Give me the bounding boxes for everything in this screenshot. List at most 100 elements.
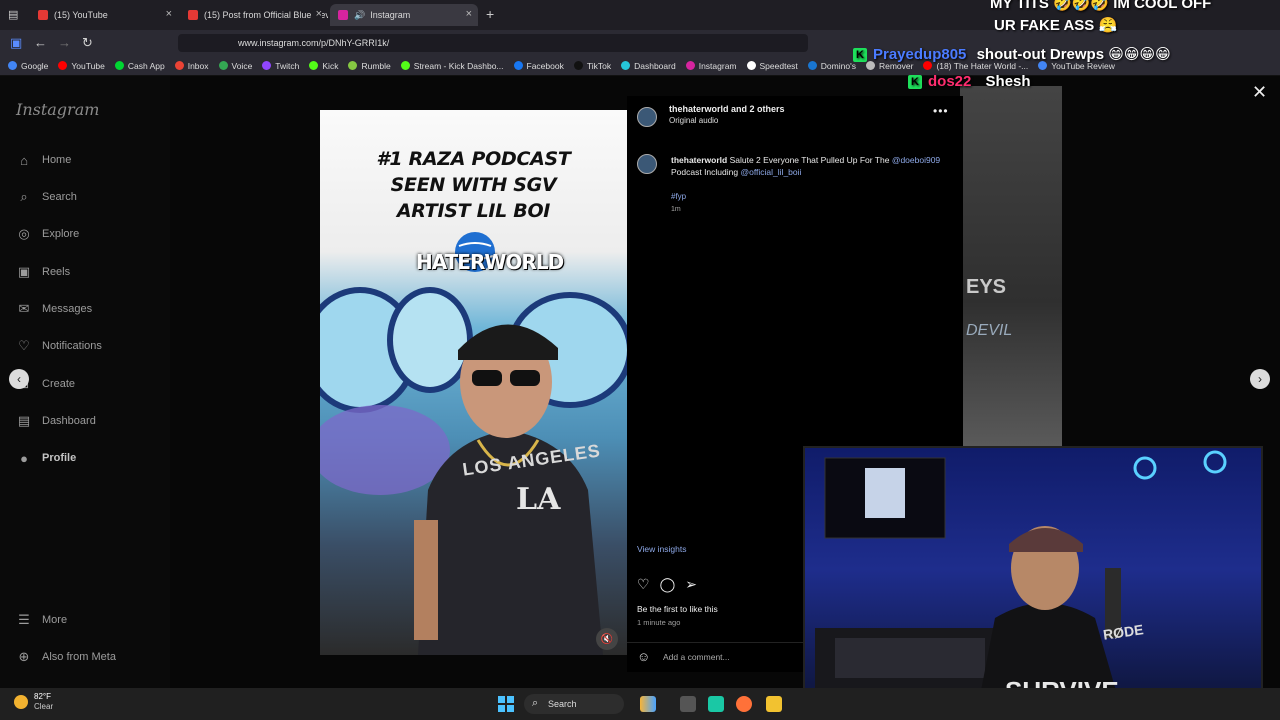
- bookmark-item[interactable]: Voice: [218, 61, 252, 71]
- author-username[interactable]: thehaterworld: [669, 104, 729, 114]
- sidebar-item-messages[interactable]: ✉ Messages: [16, 301, 93, 317]
- sidebar-item-also-from-meta[interactable]: ⊕ Also from Meta: [16, 649, 116, 665]
- reels-icon: ▣: [17, 264, 31, 279]
- sidebar-item-profile[interactable]: ● Profile: [16, 450, 76, 466]
- next-post-button[interactable]: ›: [1250, 369, 1270, 389]
- sidebar-item-label: Dashboard: [42, 415, 96, 427]
- mute-icon[interactable]: 🔇: [596, 628, 618, 650]
- bookmark-item[interactable]: YouTube: [58, 61, 105, 71]
- task-view-icon[interactable]: [680, 696, 696, 712]
- instagram-logo[interactable]: Instagram: [16, 100, 99, 119]
- like-heart-icon[interactable]: ♡: [637, 576, 650, 593]
- heart-icon: ♡: [18, 338, 30, 353]
- bookmark-item[interactable]: Speedtest: [746, 61, 798, 71]
- sidebar-item-more[interactable]: ☰ More: [16, 612, 67, 628]
- app-icon[interactable]: [708, 696, 724, 712]
- forward-icon[interactable]: →: [58, 35, 71, 50]
- close-tab-icon[interactable]: ×: [466, 8, 472, 20]
- bookmark-favicon-icon: [746, 61, 756, 70]
- mention-link[interactable]: @doeboi909: [892, 155, 940, 165]
- file-explorer-icon[interactable]: [766, 696, 782, 712]
- bookmark-favicon-icon: [174, 61, 184, 70]
- windows-start-icon[interactable]: [498, 696, 514, 712]
- home-icon: ⌂: [20, 152, 28, 168]
- tab-post-blue-dev[interactable]: (15) Post from Official Blue Dev ×: [180, 4, 328, 26]
- bookmark-favicon-icon: [400, 61, 410, 70]
- hashtag-link[interactable]: #fyp: [671, 192, 686, 201]
- sidebar-item-reels[interactable]: ▣ Reels: [16, 264, 70, 280]
- post-video[interactable]: #1 RAZA PODCAST SEEN WITH SGV ARTIST LIL…: [320, 110, 627, 655]
- coauthors-link[interactable]: and 2 others: [731, 104, 785, 114]
- bookmark-item[interactable]: Cash App: [114, 61, 165, 71]
- audio-link[interactable]: Original audio: [669, 116, 718, 125]
- close-icon[interactable]: ✕: [1252, 82, 1267, 103]
- bookmark-item[interactable]: Dashboard: [621, 61, 676, 71]
- bookmark-label: Inbox: [187, 60, 209, 71]
- stream-chat-message: UR FAKE ASS 😤: [994, 16, 1117, 34]
- sidebar-item-explore[interactable]: ◎ Explore: [16, 226, 79, 242]
- sidebar-item-notifications[interactable]: ♡ Notifications: [16, 338, 102, 354]
- bookmark-item[interactable]: Google: [8, 61, 48, 71]
- sidebar-item-label: More: [42, 614, 68, 626]
- post-image-title: #1 RAZA PODCAST SEEN WITH SGV ARTIST LIL…: [320, 146, 627, 224]
- new-tab-button[interactable]: +: [486, 6, 494, 22]
- view-insights-link[interactable]: View insights: [637, 544, 686, 554]
- emoji-icon[interactable]: ☺: [637, 649, 650, 664]
- stream-chat-message: K Prayedup805 shout-out Drewps 😁😁😁😁: [853, 45, 1171, 63]
- share-icon[interactable]: ➢: [685, 576, 697, 593]
- sun-icon: [14, 695, 28, 709]
- back-icon[interactable]: ←: [34, 35, 47, 50]
- chat-text: MY TITS 🤣🤣🤣 IM COOL OFF: [990, 0, 1212, 12]
- sidebar-item-home[interactable]: ⌂ Home: [16, 152, 71, 168]
- comment-input[interactable]: Add a comment...: [663, 652, 730, 662]
- chat-text: shout-out Drewps 😁😁😁😁: [976, 46, 1171, 63]
- more-options-icon[interactable]: •••: [933, 104, 949, 118]
- author-avatar[interactable]: [637, 107, 657, 127]
- sidebar-item-label: Messages: [42, 303, 93, 315]
- search-icon: ⌕: [20, 189, 28, 204]
- widgets-icon[interactable]: [640, 696, 656, 712]
- shirt-logo: LA: [516, 482, 561, 517]
- tab-instagram[interactable]: 🔊 Instagram ×: [330, 4, 478, 26]
- caption-avatar[interactable]: [637, 154, 657, 174]
- close-tab-icon[interactable]: ×: [313, 8, 322, 20]
- sidebar-item-dashboard[interactable]: ▤ Dashboard: [16, 413, 96, 429]
- caption-username[interactable]: thehaterworld: [671, 155, 727, 165]
- comment-icon[interactable]: ◯: [660, 576, 676, 593]
- address-bar[interactable]: www.instagram.com/p/DNhY-GRRI1k/: [178, 34, 808, 52]
- bookmark-item[interactable]: Kick: [309, 61, 338, 71]
- title-line: SEEN WITH SGV: [390, 174, 557, 196]
- tab-youtube[interactable]: (15) YouTube ×: [30, 4, 178, 26]
- sidebar-item-search[interactable]: ⌕ Search: [16, 189, 77, 205]
- sidebar-item-label: Notifications: [42, 340, 102, 352]
- bookmark-item[interactable]: Instagram: [685, 61, 737, 71]
- bookmark-item[interactable]: Domino's: [807, 61, 856, 71]
- author-name[interactable]: thehaterworld and 2 others: [669, 104, 785, 114]
- caption-text: Podcast Including: [671, 167, 739, 177]
- next-post-preview[interactable]: EYS DEVIL: [960, 86, 1062, 446]
- previous-post-button[interactable]: ‹: [9, 369, 29, 389]
- firefox-icon[interactable]: [736, 696, 752, 712]
- dashboard-icon: ▤: [17, 413, 31, 428]
- preview-text: EYS: [966, 276, 1007, 298]
- sidebar-toggle-icon[interactable]: ▣: [10, 35, 22, 51]
- reload-icon[interactable]: ↻: [82, 35, 93, 51]
- speaker-icon[interactable]: 🔊: [354, 10, 365, 21]
- bookmark-item[interactable]: Stream - Kick Dashbo...: [400, 61, 504, 71]
- bookmark-item[interactable]: Rumble: [348, 61, 391, 71]
- bookmark-item[interactable]: Facebook: [513, 61, 564, 71]
- taskbar-search[interactable]: ⌕ Search: [524, 694, 624, 714]
- bookmark-item[interactable]: Twitch: [262, 61, 299, 71]
- sidebar-item-label: Explore: [42, 228, 80, 240]
- bookmark-favicon-icon: [685, 61, 695, 70]
- bookmark-favicon-icon: [58, 61, 68, 70]
- post-caption: thehaterworld Salute 2 Everyone That Pul…: [671, 154, 951, 178]
- close-tab-icon[interactable]: ×: [166, 8, 172, 20]
- youtube-icon: [188, 10, 198, 20]
- tab-list-icon[interactable]: ▤: [8, 8, 18, 21]
- caption-age: 1m: [671, 206, 681, 213]
- bookmark-item[interactable]: TikTok: [573, 61, 611, 71]
- weather-widget[interactable]: 82°F Clear: [14, 692, 53, 712]
- mention-link[interactable]: @official_lil_boii: [740, 167, 801, 177]
- bookmark-item[interactable]: Inbox: [174, 60, 209, 71]
